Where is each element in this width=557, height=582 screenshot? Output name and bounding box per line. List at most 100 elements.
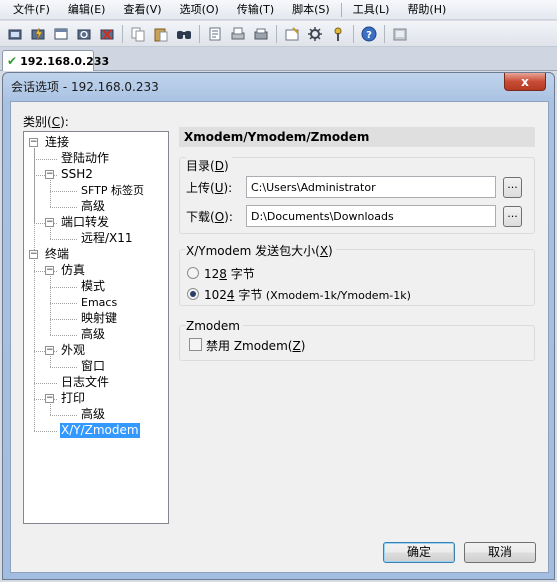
menu-view[interactable]: 查看(V) (114, 0, 170, 20)
download-path-input[interactable] (246, 205, 496, 227)
tree-collapse-icon[interactable]: − (29, 138, 38, 147)
print-setup-icon[interactable] (205, 24, 225, 44)
connect-icon[interactable] (5, 24, 25, 44)
tree-item-node-4[interactable]: 高级 (80, 199, 106, 214)
tree-item-node-15[interactable]: 日志文件 (60, 375, 110, 390)
tree-connector (50, 303, 77, 304)
find-icon[interactable] (174, 24, 194, 44)
tree-connector (50, 319, 77, 320)
packet-128-radio[interactable] (187, 267, 199, 279)
menu-edit[interactable]: 编辑(E) (59, 0, 115, 20)
tree-item-node-14[interactable]: 窗口 (80, 359, 106, 374)
dialog-body: 类别(C): − 连接 登陆动作 − SSH2 SFTP 标签页 高级 − 端口转发 远程/X11… (10, 101, 549, 573)
directory-group: 目录(D) 上传(U): ... 下载(O): ... (179, 157, 535, 234)
ok-button[interactable]: 确定 (383, 542, 455, 563)
global-options-icon[interactable] (305, 24, 325, 44)
upload-browse-button[interactable]: ... (503, 177, 522, 198)
disconnect-icon[interactable] (97, 24, 117, 44)
toolbar-separator (276, 24, 277, 43)
tree-connector (50, 287, 77, 288)
tree-connector (50, 276, 51, 335)
printer-icon[interactable] (251, 24, 271, 44)
session-options-dialog: 会话选项 - 192.168.0.233 x 类别(C): − 连接 登陆动作 − SS… (2, 72, 555, 580)
tree-connector (50, 404, 51, 415)
toolbar-separator (199, 24, 200, 43)
tree-item-ssh2[interactable]: SSH2 (60, 167, 94, 182)
packet-128-label: 128 字节 (204, 267, 255, 281)
quick-connect-icon[interactable] (28, 24, 48, 44)
packet-size-group-title: X/Ymodem 发送包大小(X) (186, 242, 336, 259)
cancel-button[interactable]: 取消 (464, 542, 536, 563)
tree-connector (50, 335, 77, 336)
tree-item-node-16[interactable]: 打印 (60, 391, 86, 406)
tree-collapse-icon[interactable]: − (29, 250, 38, 259)
tree-collapse-icon[interactable]: − (45, 170, 54, 179)
tree-item-node-5[interactable]: 端口转发 (60, 215, 110, 230)
help-icon[interactable]: ? (359, 24, 379, 44)
tree-item-x-y-zmodem[interactable]: X/Y/Zmodem (60, 423, 140, 438)
menu-help[interactable]: 帮助(H) (398, 0, 455, 20)
tree-connector (50, 415, 77, 416)
keymap-icon[interactable] (328, 24, 348, 44)
disable-zmodem-checkbox[interactable] (189, 338, 202, 351)
tree-item-x11[interactable]: 远程/X11 (80, 231, 134, 246)
tree-connector (50, 180, 51, 207)
download-browse-button[interactable]: ... (503, 206, 522, 227)
download-label: 下载(O): (186, 210, 233, 224)
tree-connector (34, 148, 35, 250)
packet-1024-radio[interactable] (187, 288, 199, 300)
menu-separator (340, 2, 342, 17)
connected-check-icon: ✔ (7, 54, 18, 68)
copy-icon[interactable] (128, 24, 148, 44)
tree-item-emacs[interactable]: Emacs (80, 295, 118, 310)
print-icon[interactable] (228, 24, 248, 44)
category-label: 类别(C): (23, 115, 69, 129)
tree-item-node-7[interactable]: 终端 (44, 247, 70, 262)
tree-collapse-icon[interactable]: − (45, 394, 54, 403)
session-options-icon[interactable] (282, 24, 302, 44)
tree-item-node-13[interactable]: 外观 (60, 343, 86, 358)
tree-item-node-12[interactable]: 高级 (80, 327, 106, 342)
svg-text:?: ? (366, 30, 372, 41)
category-tree[interactable]: − 连接 登陆动作 − SSH2 SFTP 标签页 高级 − 端口转发 远程/X11− 终端 − 仿真模… (23, 131, 169, 524)
packet-size-group: X/Ymodem 发送包大小(X) 128 字节 1024 字节 (Xmodem… (179, 242, 535, 306)
packet-1024-label: 1024 字节 (Xmodem-1k/Ymodem-1k) (204, 288, 411, 302)
close-button[interactable]: x (504, 73, 546, 91)
session-tab[interactable]: ✔ 192.168.0.233 (2, 50, 109, 71)
tree-connector (50, 367, 77, 368)
close-icon: x (521, 74, 529, 89)
tree-item-node-11[interactable]: 映射键 (80, 311, 118, 326)
directory-group-title: 目录(D) (186, 157, 232, 174)
screen-icon[interactable] (390, 24, 410, 44)
reconnect-icon[interactable] (74, 24, 94, 44)
toolbar-separator (122, 24, 123, 43)
tree-connector (34, 383, 57, 384)
zmodem-group-title: Zmodem (186, 319, 243, 333)
panel-title: Xmodem/Ymodem/Zmodem (179, 127, 535, 147)
tree-item-node-8[interactable]: 仿真 (60, 263, 86, 278)
menu-script[interactable]: 脚本(S) (283, 0, 339, 20)
tree-connector (34, 159, 57, 160)
tree-item-sftp[interactable]: SFTP 标签页 (80, 183, 145, 198)
tree-connector (50, 356, 51, 367)
tree-collapse-icon[interactable]: − (45, 218, 54, 227)
tree-connector (50, 239, 77, 240)
tree-item-node-9[interactable]: 模式 (80, 279, 106, 294)
disable-zmodem-label: 禁用 Zmodem(Z) (206, 339, 306, 353)
zmodem-group: Zmodem 禁用 Zmodem(Z) (179, 319, 535, 361)
dialog-title: 会话选项 - 192.168.0.233 (11, 80, 159, 94)
connect-tab-icon[interactable] (51, 24, 71, 44)
menu-tools[interactable]: 工具(L) (344, 0, 399, 20)
upload-path-input[interactable] (246, 176, 496, 198)
menu-transfer[interactable]: 传输(T) (228, 0, 283, 20)
tree-collapse-icon[interactable]: − (45, 346, 54, 355)
tree-connector (50, 207, 77, 208)
tree-item-node-17[interactable]: 高级 (80, 407, 106, 422)
paste-icon[interactable] (151, 24, 171, 44)
tree-item-node-0[interactable]: 连接 (44, 135, 70, 150)
tree-collapse-icon[interactable]: − (45, 266, 54, 275)
tree-item-node-1[interactable]: 登陆动作 (60, 151, 110, 166)
menu-options[interactable]: 选项(O) (171, 0, 228, 20)
menu-file[interactable]: 文件(F) (4, 0, 59, 20)
toolbar-separator (353, 24, 354, 43)
